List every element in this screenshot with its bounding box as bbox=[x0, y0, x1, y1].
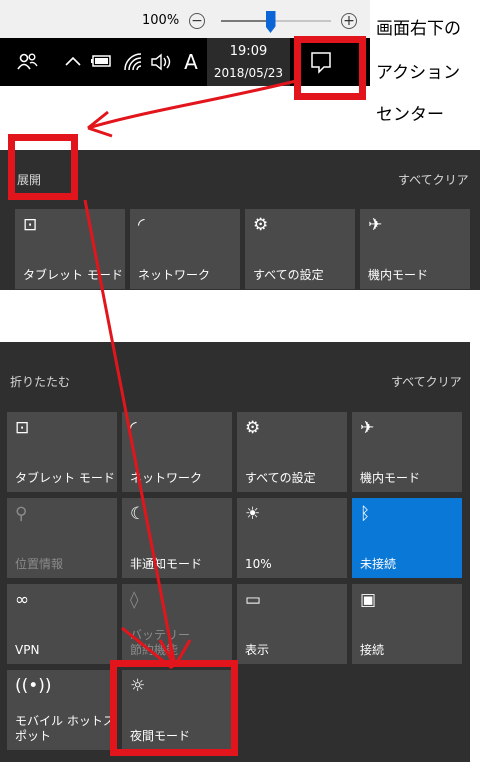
quick-action-label: 非通知モード bbox=[130, 557, 203, 571]
quick-action-label: すべての設定 bbox=[253, 268, 324, 282]
quick-action-label: ネットワーク bbox=[138, 268, 211, 282]
quick-action-vpn[interactable]: ∞ VPN bbox=[7, 584, 117, 664]
quick-action-settings[interactable]: ⚙ すべての設定 bbox=[237, 412, 347, 492]
quick-action-label: タブレット モード bbox=[23, 268, 123, 282]
quick-action-quiet-hours[interactable]: ☾ 非通知モード bbox=[122, 498, 232, 578]
zoom-slider-fill bbox=[221, 20, 271, 22]
quick-action-battery-saver[interactable]: ◊ バッテリー 節約機能 bbox=[122, 584, 232, 664]
wifi-icon[interactable] bbox=[123, 52, 143, 72]
highlight-expand bbox=[8, 134, 78, 200]
clock-date: 2018/05/23 bbox=[213, 66, 284, 80]
quick-action-label: 機内モード bbox=[368, 268, 429, 282]
zoom-out-button[interactable]: − bbox=[189, 13, 205, 29]
quick-action-network[interactable]: ◜ ネットワーク bbox=[130, 209, 240, 289]
quick-action-network[interactable]: ◜ ネットワーク bbox=[122, 412, 232, 492]
chevron-up-icon[interactable] bbox=[65, 55, 81, 67]
project-icon: ▭ bbox=[245, 590, 262, 610]
annotation-line-1: 画面右下の bbox=[376, 19, 461, 39]
quick-action-mobile-hotspot[interactable]: ((•)) モバイル ホットス ポット bbox=[7, 670, 117, 750]
quick-action-label: バッテリー 節約機能 bbox=[130, 628, 191, 657]
network-icon: ◜ bbox=[130, 418, 137, 438]
bluetooth-icon: ᛒ bbox=[360, 504, 371, 524]
quick-action-label: モバイル ホットス ポット bbox=[15, 714, 115, 743]
vpn-icon: ∞ bbox=[15, 590, 30, 610]
collapse-link[interactable]: 折りたたむ bbox=[10, 373, 70, 390]
location-icon: ⚲ bbox=[15, 504, 28, 524]
ime-indicator[interactable]: A bbox=[180, 50, 202, 74]
quick-action-label: 10% bbox=[245, 557, 272, 571]
quick-action-connect[interactable]: ▣ 接続 bbox=[352, 584, 462, 664]
quick-action-location[interactable]: ⚲ 位置情報 bbox=[7, 498, 117, 578]
quick-action-tablet-mode[interactable]: ⊡ タブレット モード bbox=[15, 209, 125, 289]
mobile-hotspot-icon: ((•)) bbox=[15, 676, 52, 696]
quiet-hours-icon: ☾ bbox=[130, 504, 146, 524]
airplane-icon: ✈ bbox=[368, 215, 383, 235]
zoom-in-button[interactable]: + bbox=[341, 13, 357, 29]
quick-action-settings[interactable]: ⚙ すべての設定 bbox=[245, 209, 355, 289]
network-icon: ◜ bbox=[138, 215, 145, 235]
quick-action-bluetooth[interactable]: ᛒ 未接続 bbox=[352, 498, 462, 578]
quick-action-label: 接続 bbox=[360, 643, 385, 657]
volume-icon[interactable] bbox=[150, 53, 172, 71]
connect-icon: ▣ bbox=[360, 590, 377, 610]
battery-saver-icon: ◊ bbox=[130, 590, 139, 610]
quick-action-label: VPN bbox=[15, 643, 40, 657]
tablet-mode-icon: ⊡ bbox=[23, 215, 38, 235]
quick-action-brightness[interactable]: ☀ 10% bbox=[237, 498, 347, 578]
quick-action-airplane[interactable]: ✈ 機内モード bbox=[352, 412, 462, 492]
quick-action-label: すべての設定 bbox=[245, 471, 316, 485]
quick-action-label: 位置情報 bbox=[15, 557, 64, 571]
quick-action-label: ネットワーク bbox=[130, 471, 203, 485]
quick-action-tablet-mode[interactable]: ⊡ タブレット モード bbox=[7, 412, 117, 492]
clock-time: 19:09 bbox=[229, 44, 268, 59]
people-icon[interactable] bbox=[17, 52, 39, 72]
clear-all-link[interactable]: すべてクリア bbox=[398, 171, 469, 188]
zoom-level-label: 100% bbox=[142, 13, 180, 28]
quick-action-label: タブレット モード bbox=[15, 471, 115, 485]
clear-all-link[interactable]: すべてクリア bbox=[391, 373, 462, 390]
brightness-icon: ☀ bbox=[245, 504, 261, 524]
quick-action-label: 表示 bbox=[245, 643, 270, 657]
settings-icon: ⚙ bbox=[253, 215, 269, 235]
airplane-icon: ✈ bbox=[360, 418, 375, 438]
quick-action-project[interactable]: ▭ 表示 bbox=[237, 584, 347, 664]
quick-action-airplane[interactable]: ✈ 機内モード bbox=[360, 209, 470, 289]
highlight-night-light bbox=[110, 660, 238, 756]
tablet-mode-icon: ⊡ bbox=[15, 418, 30, 438]
settings-icon: ⚙ bbox=[245, 418, 261, 438]
quick-action-label: 機内モード bbox=[360, 471, 421, 485]
quick-action-label: 未接続 bbox=[360, 557, 397, 571]
annotation-line-2: アクション bbox=[376, 63, 461, 83]
highlight-action-center bbox=[294, 36, 366, 100]
annotation-line-3: センター bbox=[376, 105, 444, 125]
battery-icon[interactable] bbox=[91, 54, 113, 68]
